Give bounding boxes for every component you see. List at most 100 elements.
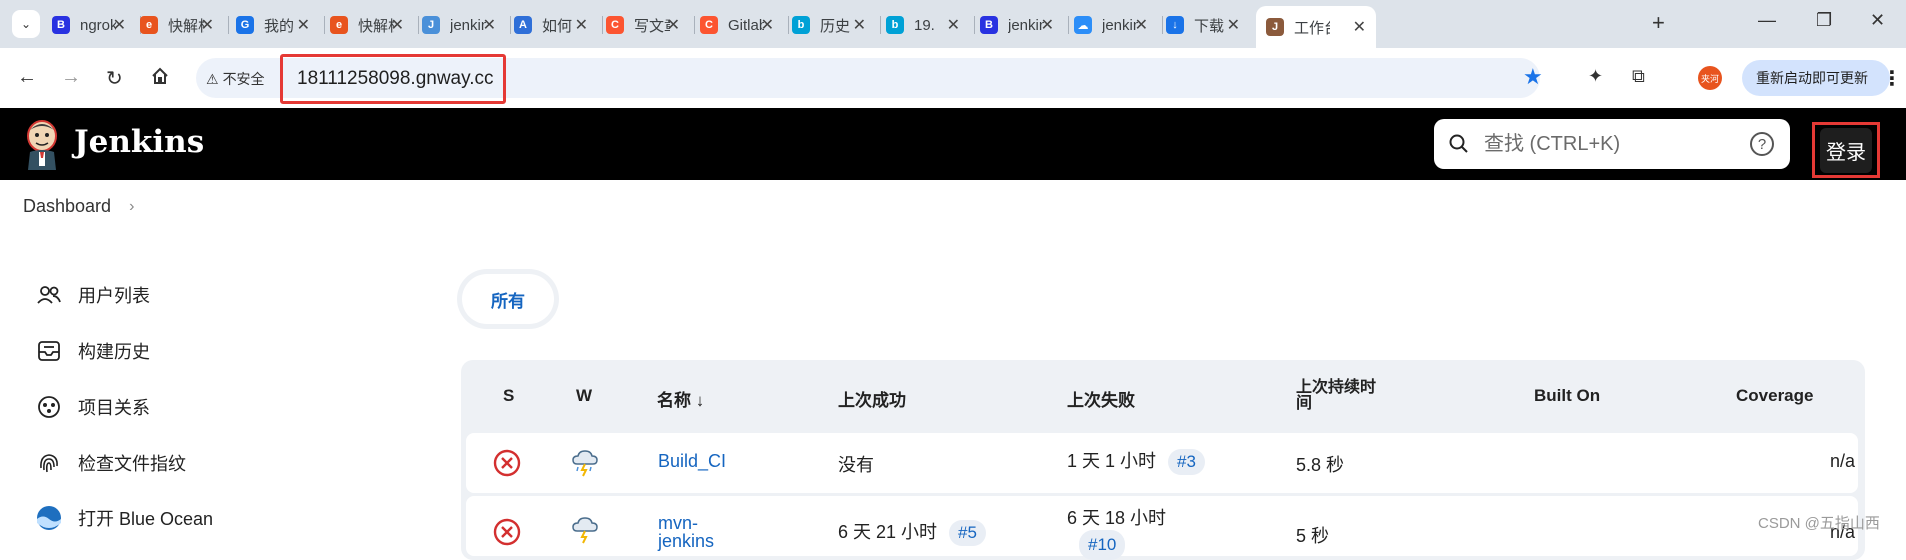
breadcrumb-dashboard[interactable]: Dashboard [23, 196, 111, 217]
tab-close-icon[interactable]: ✕ [483, 15, 496, 35]
column-header-last-duration[interactable]: 上次持续时 间 [1296, 380, 1376, 412]
restore-icon[interactable]: ❐ [1816, 10, 1832, 31]
fingerprint-icon [40, 454, 58, 473]
tab-close-icon[interactable]: ✕ [1041, 15, 1054, 35]
close-window-icon[interactable]: ✕ [1870, 10, 1885, 31]
tab-title: ngrok [80, 16, 116, 34]
search-input[interactable] [1484, 132, 1744, 156]
last-failure-cell: 6 天 18 小时 #10 [1067, 506, 1166, 560]
job-link[interactable]: mvn-jenkins [658, 514, 720, 550]
forward-icon[interactable]: → [61, 66, 81, 89]
tab-search-button[interactable]: ⌄ [12, 10, 40, 38]
tab-close-icon[interactable]: ✕ [1353, 17, 1366, 37]
tab-close-icon[interactable]: ✕ [761, 15, 774, 35]
column-header-last-failure[interactable]: 上次失败 [1067, 386, 1135, 411]
browser-tab[interactable]: b 历史 ✕ [792, 8, 876, 42]
reload-icon[interactable]: ↻ [106, 66, 123, 91]
more-menu-icon[interactable]: ⋮ [1882, 66, 1902, 91]
tab-close-icon[interactable]: ✕ [391, 15, 404, 35]
browser-tab[interactable]: J 工作台 ✕ [1256, 6, 1376, 48]
browser-tab[interactable]: e 快解析✕ [330, 8, 414, 42]
sidebar-item-build-history[interactable]: 构建历史 [36, 338, 150, 364]
tab-close-icon[interactable]: ✕ [575, 15, 588, 35]
column-header-status[interactable]: S [503, 386, 514, 406]
browser-tab[interactable]: G 我的 ✕ [236, 8, 320, 42]
profile-avatar[interactable]: 夹河 [1698, 66, 1722, 90]
table-row: Build_CI 没有 1 天 1 小时 #3 5.8 秒 n/a [466, 433, 1858, 493]
column-header-last-success[interactable]: 上次成功 [838, 386, 906, 411]
tab-separator [694, 16, 695, 34]
watermark-text: CSDN @五指山西 [1758, 515, 1880, 532]
tab-title: 快解析 [168, 17, 204, 35]
browser-tab[interactable]: C 写文章✕ [606, 8, 690, 42]
tab-title: 写文章 [634, 17, 670, 35]
browser-tab[interactable]: Jjenkins✕ [422, 8, 506, 42]
browser-tab[interactable]: Bngrok ✕ [52, 8, 136, 42]
browser-tab[interactable]: Bjenkins✕ [980, 8, 1064, 42]
column-header-name[interactable]: 名称 ↓ [657, 386, 704, 411]
tab-close-icon[interactable]: ✕ [113, 15, 126, 35]
browser-tab[interactable]: ☁ jenkins✕ [1074, 8, 1158, 42]
sidebar-item-users[interactable]: 用户列表 [36, 282, 150, 308]
tab-separator [788, 16, 789, 34]
login-button[interactable]: 登录 [1820, 127, 1872, 173]
table-row: mvn-jenkins 6 天 21 小时 #5 6 天 18 小时 #10 5 秒… [466, 496, 1858, 560]
build-number-link[interactable]: #10 [1079, 530, 1126, 560]
warning-icon: ⚠ [206, 70, 219, 87]
tab-all[interactable]: 所有 [462, 274, 554, 324]
url-text[interactable]: 18111258098.gnway.cc [280, 54, 506, 104]
tab-favicon-icon: ☁ [1074, 16, 1092, 34]
jenkins-logo-icon[interactable] [22, 118, 62, 170]
tab-close-icon[interactable]: ✕ [1227, 15, 1240, 35]
job-link[interactable]: Build_CI [658, 451, 726, 472]
tab-favicon-icon: e [140, 16, 158, 34]
search-icon [1449, 134, 1468, 153]
tab-close-icon[interactable]: ✕ [947, 15, 960, 35]
tab-close-icon[interactable]: ✕ [201, 15, 214, 35]
sidebar-item-blue-ocean[interactable]: 打开 Blue Ocean [36, 505, 213, 531]
column-header-built-on[interactable]: Built On [1534, 386, 1600, 406]
relaunch-update-button[interactable]: 重新启动即可更新 ⋮ [1742, 60, 1902, 96]
tab-favicon-icon: B [980, 16, 998, 34]
security-indicator[interactable]: ⚠ 不安全 [206, 69, 265, 89]
new-tab-button[interactable]: + [1652, 10, 1665, 36]
tab-separator [602, 16, 603, 34]
bookmark-star-icon[interactable]: ★ [1523, 64, 1543, 90]
tab-title: 19. [914, 16, 935, 34]
home-icon[interactable] [150, 66, 170, 92]
tab-favicon-icon: C [606, 16, 624, 34]
last-success-text: 没有 [838, 455, 874, 475]
build-number-link[interactable]: #3 [1168, 449, 1205, 475]
tab-separator [228, 16, 229, 34]
browser-tab[interactable]: e 快解析✕ [140, 8, 224, 42]
tab-title: jenkins [450, 16, 486, 34]
extension-icon[interactable]: ✦ [1588, 66, 1603, 87]
tab-close-icon[interactable]: ✕ [667, 15, 680, 35]
help-icon[interactable]: ? [1750, 132, 1774, 156]
browser-tab[interactable]: b 19. ✕ [886, 8, 970, 42]
tab-close-icon[interactable]: ✕ [1135, 15, 1148, 35]
sidebar-item-fingerprint[interactable]: 检查文件指纹 [36, 450, 186, 476]
minimize-icon[interactable]: — [1758, 10, 1776, 31]
storm-weather-icon [572, 517, 598, 544]
build-number-link[interactable]: #5 [949, 520, 986, 546]
jenkins-title[interactable]: Jenkins [74, 124, 204, 160]
sidebar-item-project-relationship[interactable]: 项目关系 [36, 394, 150, 420]
tab-favicon-icon: J [422, 16, 440, 34]
column-header-weather[interactable]: W [576, 386, 592, 406]
chevron-right-icon[interactable]: › [129, 198, 134, 216]
browser-tab[interactable]: A 如何 ✕ [514, 8, 598, 42]
jenkins-search-box[interactable]: ? [1434, 119, 1790, 169]
extensions-puzzle-icon[interactable]: ⧉ [1632, 66, 1645, 87]
inbox-icon [38, 341, 60, 361]
tab-favicon-icon: B [52, 16, 70, 34]
browser-tab[interactable]: ↓ 下载 ✕ [1166, 8, 1250, 42]
browser-tab[interactable]: C Gitlab ✕ [700, 8, 784, 42]
tab-close-icon[interactable]: ✕ [297, 15, 310, 35]
tab-separator [510, 16, 511, 34]
tab-favicon-icon: b [792, 16, 810, 34]
tab-close-icon[interactable]: ✕ [853, 15, 866, 35]
tab-separator [418, 16, 419, 34]
back-icon[interactable]: ← [17, 66, 37, 89]
column-header-coverage[interactable]: Coverage [1736, 386, 1813, 406]
